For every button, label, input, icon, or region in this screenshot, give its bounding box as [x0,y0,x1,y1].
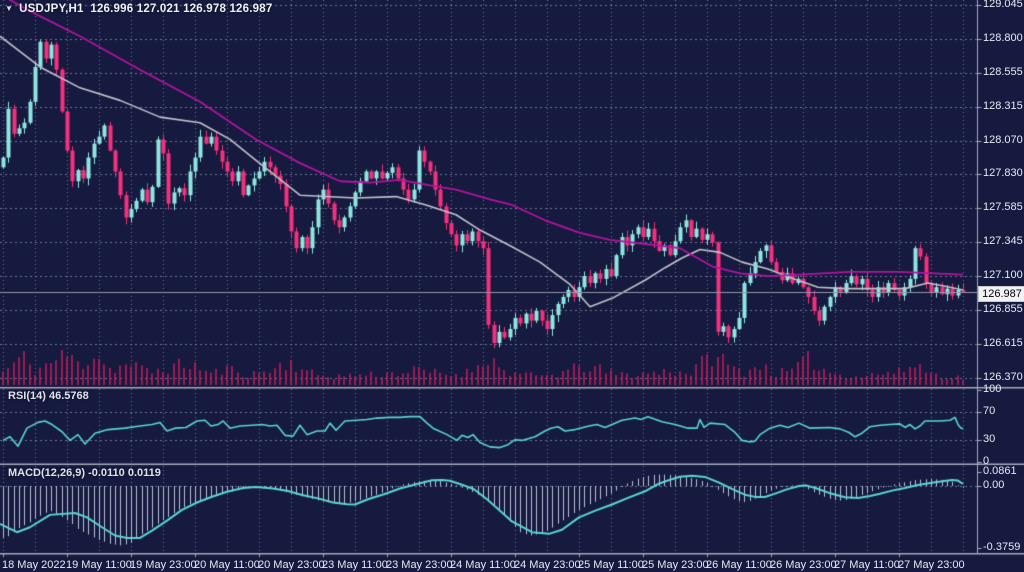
time-axis-label: 26 May 11:00 [706,559,772,571]
time-axis-label: 23 May 11:00 [322,559,388,571]
price-axis-label: 128.315 [983,100,1023,112]
price-axis-label: 127.345 [983,235,1023,247]
rsi-axis-label: 100 [983,383,1001,395]
chart-title: ▼ USDJPY,H1 126.996 127.021 126.978 126.… [5,3,272,15]
time-axis-label: 25 May 23:00 [642,559,709,571]
time-axis-label: 24 May 23:00 [514,559,581,571]
rsi-indicator-label: RSI(14) 46.5768 [8,390,89,402]
time-axis-label: 27 May 23:00 [898,559,965,571]
price-axis-label: 129.045 [983,0,1023,10]
price-axis-label: 128.800 [983,32,1023,44]
current-price-value: 126.987 [982,288,1022,300]
time-axis-label: 20 May 23:00 [258,559,325,571]
time-axis-label: 25 May 11:00 [578,559,644,571]
rsi-axis-label: 70 [983,405,995,417]
collapse-arrow-icon[interactable]: ▼ [5,4,13,13]
price-axis-label: 126.615 [983,337,1023,349]
current-price-box: 126.987 [978,286,1024,302]
price-axis-label: 127.100 [983,269,1023,281]
rsi-axis-label: 30 [983,433,995,445]
macd-axis-label: 0.00 [983,479,1004,491]
time-axis-label: 20 May 11:00 [194,559,260,571]
price-axis-label: 128.070 [983,134,1023,146]
macd-axis-label: 0.0861 [983,465,1017,477]
price-axis-label: 127.830 [983,167,1023,179]
price-axis-label: 126.370 [983,371,1023,383]
chart-canvas[interactable] [0,0,1024,572]
price-axis-label: 126.855 [983,303,1023,315]
time-axis-label: 24 May 11:00 [450,559,516,571]
macd-indicator-label: MACD(12,26,9) -0.0110 0.0119 [8,467,161,479]
price-axis-label: 127.585 [983,201,1023,213]
time-axis-label: 26 May 23:00 [770,559,837,571]
symbol-ohlc-title: USDJPY,H1 126.996 127.021 126.978 126.98… [19,3,272,15]
macd-axis-label: -0.3759 [983,541,1020,553]
time-axis-label: 19 May 23:00 [130,559,197,571]
time-axis-label: 19 May 11:00 [66,559,132,571]
price-axis-label: 128.555 [983,66,1023,78]
time-axis-label: 23 May 23:00 [386,559,453,571]
trading-chart-window: ▼ USDJPY,H1 126.996 127.021 126.978 126.… [0,0,1024,572]
time-axis-label: 27 May 11:00 [834,559,900,571]
time-axis-label: 18 May 2022 [2,559,66,571]
